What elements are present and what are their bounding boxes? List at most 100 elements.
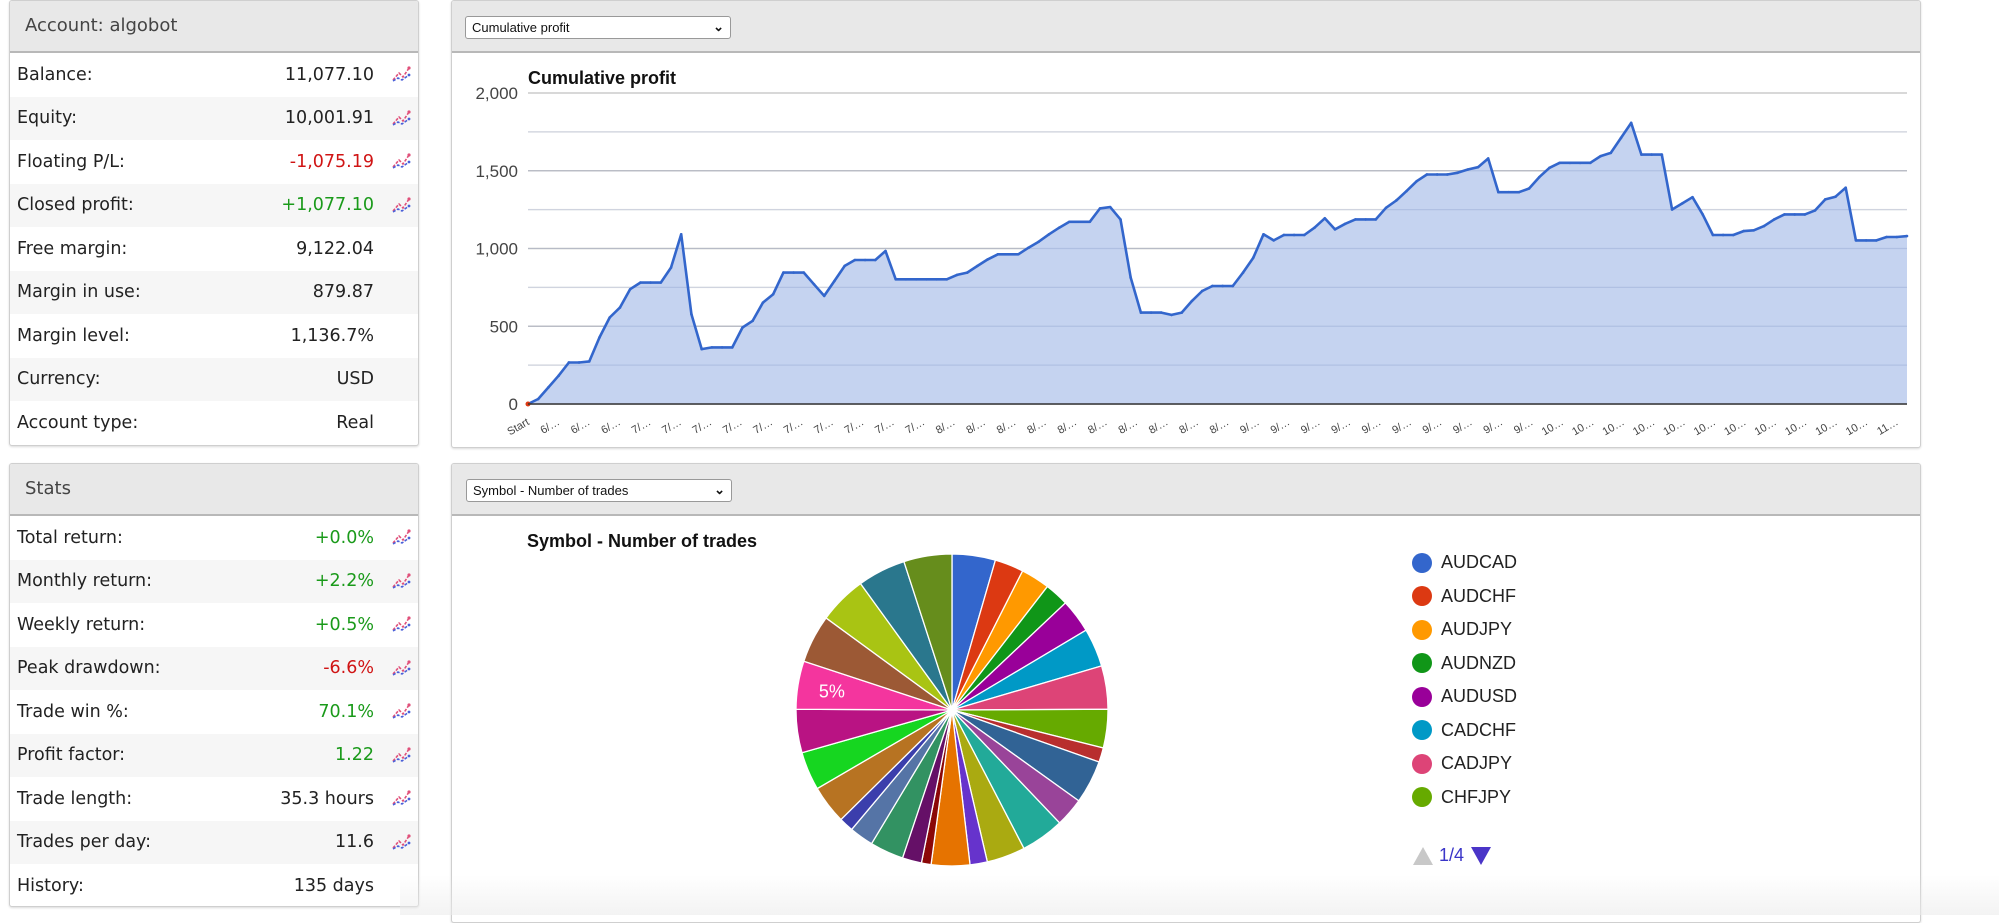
data-point[interactable] <box>1568 161 1572 165</box>
data-point[interactable] <box>1650 153 1653 156</box>
data-point[interactable] <box>1119 218 1122 221</box>
pager-up-icon[interactable] <box>1412 846 1434 866</box>
chart-icon[interactable] <box>391 196 411 214</box>
data-point[interactable] <box>1139 311 1143 314</box>
data-point[interactable] <box>1384 206 1388 210</box>
chart-icon[interactable] <box>391 572 411 590</box>
data-point[interactable] <box>1180 311 1184 314</box>
data-point[interactable] <box>1640 153 1643 156</box>
data-point[interactable] <box>1864 239 1868 242</box>
data-point[interactable] <box>679 233 683 236</box>
data-point[interactable] <box>792 271 795 274</box>
data-point[interactable] <box>1211 284 1214 288</box>
data-point[interactable] <box>547 386 550 389</box>
data-point[interactable] <box>659 281 663 284</box>
chart-icon[interactable] <box>391 702 411 720</box>
data-point[interactable] <box>598 336 601 339</box>
legend-item-audjpy[interactable]: AUDJPY <box>1412 619 1512 640</box>
data-point[interactable] <box>976 264 979 268</box>
data-point[interactable] <box>965 271 969 274</box>
data-point[interactable] <box>618 306 622 309</box>
data-point[interactable] <box>863 258 867 262</box>
data-point[interactable] <box>802 271 806 274</box>
data-point[interactable] <box>1425 173 1429 176</box>
data-point[interactable] <box>1241 271 1245 274</box>
data-point[interactable] <box>1813 209 1817 212</box>
data-point[interactable] <box>1742 229 1745 233</box>
data-point[interactable] <box>874 258 877 262</box>
data-point[interactable] <box>1589 161 1592 165</box>
data-point[interactable] <box>649 281 652 284</box>
data-point[interactable] <box>1435 173 1439 176</box>
data-point[interactable] <box>1190 299 1194 303</box>
legend-item-cadchf[interactable]: CADCHF <box>1412 720 1516 741</box>
data-point[interactable] <box>1057 226 1061 229</box>
data-point[interactable] <box>1783 213 1786 216</box>
data-point[interactable] <box>1354 218 1357 221</box>
chart-icon[interactable] <box>391 746 411 764</box>
chart-icon[interactable] <box>391 152 411 170</box>
data-point[interactable] <box>1701 213 1705 216</box>
pie-type-select[interactable]: Symbol - Number of trades ⌄ <box>466 479 732 502</box>
data-point[interactable] <box>1262 233 1265 236</box>
data-point[interactable] <box>904 277 908 281</box>
data-point[interactable] <box>853 258 857 262</box>
data-point[interactable] <box>1609 151 1613 155</box>
data-point[interactable] <box>1629 121 1633 125</box>
data-point[interactable] <box>1282 233 1286 237</box>
data-point[interactable] <box>1200 289 1204 293</box>
data-point[interactable] <box>833 279 836 283</box>
data-point[interactable] <box>1660 153 1664 156</box>
data-point[interactable] <box>1476 165 1480 169</box>
data-point[interactable] <box>700 347 703 351</box>
data-point[interactable] <box>945 277 949 281</box>
data-point[interactable] <box>1221 284 1224 288</box>
data-point[interactable] <box>955 273 959 277</box>
data-point[interactable] <box>1231 284 1235 288</box>
data-point[interactable] <box>1803 213 1807 216</box>
data-point[interactable] <box>1149 311 1153 314</box>
data-point[interactable] <box>1446 173 1449 176</box>
chart-type-select[interactable]: Cumulative profit ⌄ <box>465 16 731 39</box>
chart-icon[interactable] <box>391 528 411 546</box>
data-point[interactable] <box>720 346 724 349</box>
data-point[interactable] <box>914 277 918 281</box>
data-point[interactable] <box>1313 226 1316 229</box>
data-point[interactable] <box>986 258 989 261</box>
data-point[interactable] <box>1364 218 1367 221</box>
chart-icon[interactable] <box>391 659 411 677</box>
data-point[interactable] <box>1027 246 1030 250</box>
data-point[interactable] <box>1486 157 1490 160</box>
data-point[interactable] <box>1823 198 1827 201</box>
data-point[interactable] <box>1537 175 1541 179</box>
chart-icon[interactable] <box>391 65 411 83</box>
data-point[interactable] <box>1037 240 1041 243</box>
data-point[interactable] <box>1323 217 1327 220</box>
data-point[interactable] <box>1844 186 1848 189</box>
data-point[interactable] <box>1333 228 1337 231</box>
data-point[interactable] <box>1885 235 1888 239</box>
data-point[interactable] <box>690 312 693 316</box>
data-point[interactable] <box>1680 202 1684 205</box>
data-point[interactable] <box>771 292 775 296</box>
data-point[interactable] <box>1098 207 1102 210</box>
data-point[interactable] <box>1394 199 1398 202</box>
chart-icon[interactable] <box>391 109 411 127</box>
data-point[interactable] <box>730 346 734 349</box>
data-point[interactable] <box>1772 218 1776 221</box>
data-point[interactable] <box>1793 213 1796 216</box>
data-point[interactable] <box>1691 195 1694 199</box>
data-point[interactable] <box>1599 154 1602 158</box>
data-point[interactable] <box>1466 168 1470 171</box>
data-point[interactable] <box>1160 311 1163 314</box>
data-point[interactable] <box>812 282 816 286</box>
legend-item-cadjpy[interactable]: CADJPY <box>1412 753 1512 774</box>
data-point[interactable] <box>1834 195 1837 199</box>
data-point[interactable] <box>557 374 560 377</box>
data-point[interactable] <box>1405 189 1408 193</box>
data-point[interactable] <box>996 252 1000 256</box>
legend-item-audchf[interactable]: AUDCHF <box>1412 586 1516 607</box>
data-point[interactable] <box>1711 233 1715 237</box>
data-point[interactable] <box>1292 233 1296 237</box>
data-point[interactable] <box>628 287 632 291</box>
